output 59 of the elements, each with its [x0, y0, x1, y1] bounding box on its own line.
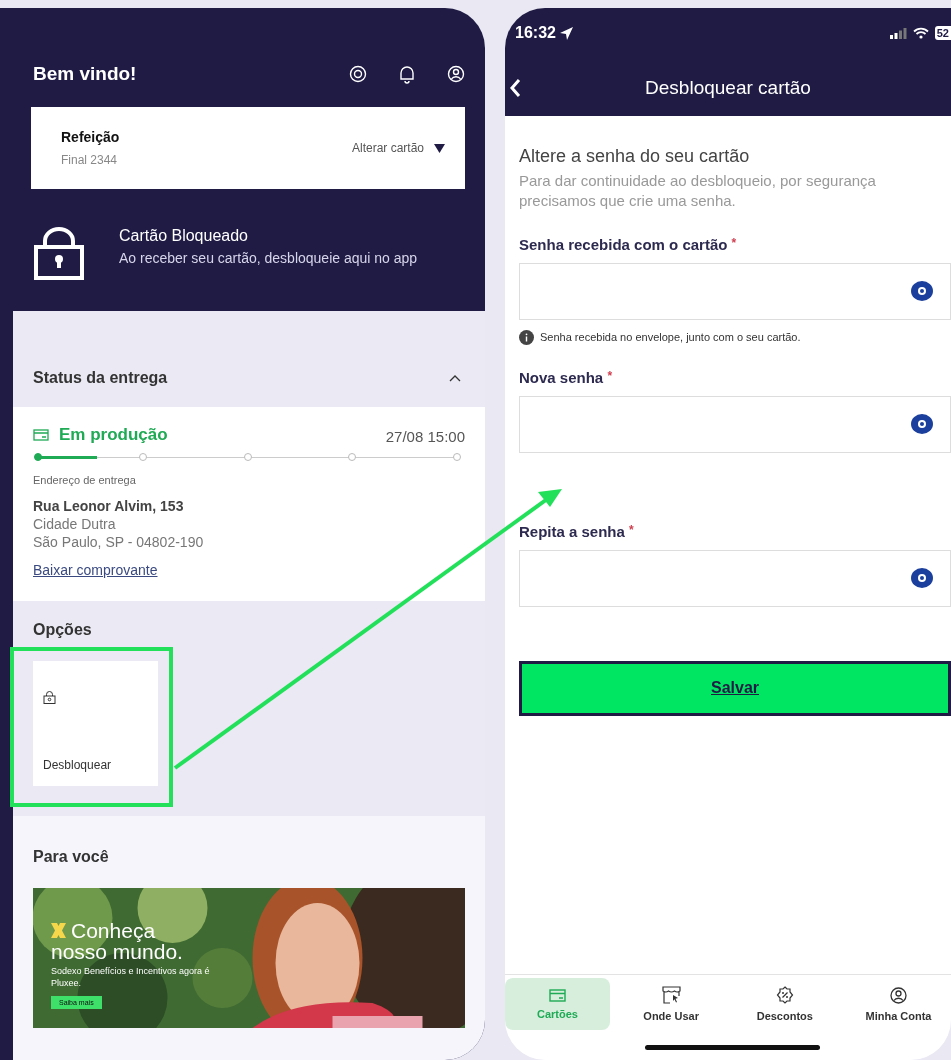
banner-headline: nosso mundo. — [51, 941, 184, 962]
nav-tab[interactable]: Descontos — [732, 978, 838, 1030]
dropdown-icon — [434, 143, 445, 153]
option-tile[interactable]: Desbloquear — [33, 661, 158, 786]
nav-tab[interactable]: Onde Usar — [618, 978, 724, 1030]
option-label: Desbloquear — [43, 758, 112, 772]
screen-title: Desbloquear cartão — [645, 77, 811, 99]
change-card-link[interactable]: Alterar cartão — [351, 141, 424, 155]
field-label: Repita a senha * — [519, 522, 635, 540]
profile-icon[interactable] — [447, 65, 465, 83]
bell-icon[interactable] — [397, 64, 417, 84]
delivery-status: Em produção — [59, 425, 168, 445]
status-date: 27/08 15:00 — [385, 428, 465, 445]
discount-icon — [775, 986, 794, 1004]
address-label: Endereço de entrega — [33, 474, 137, 486]
notice-text: Ao receber seu cartão, desbloqueie aqui no app — [119, 249, 419, 268]
status-time: 16:32 — [515, 24, 556, 42]
eye-icon[interactable] — [910, 280, 934, 302]
battery-level: 52 — [934, 26, 951, 40]
field-label: Nova senha * — [519, 368, 614, 386]
card-number: Final 2344 — [61, 153, 119, 167]
card-icon — [549, 988, 566, 1002]
receipt-link[interactable]: Baixar comprovante — [33, 562, 158, 578]
logo-mark-icon — [51, 923, 66, 938]
eye-icon[interactable] — [910, 567, 934, 589]
banner-text: Sodexo Benefícios e Incentivos agora é Pluxee. — [51, 966, 211, 990]
card-icon — [33, 429, 49, 441]
eye-icon[interactable] — [910, 413, 934, 435]
password-field[interactable] — [519, 549, 951, 607]
password-field[interactable] — [519, 262, 951, 320]
form-intro: Para dar continuidade ao desbloqueio, por segurança precisamos que crie uma senha. — [519, 171, 877, 212]
password-field[interactable] — [519, 395, 951, 453]
greeting-title: Bem vindo! — [33, 63, 137, 85]
chevron-icon[interactable] — [449, 374, 461, 382]
banner-headline: Conheça — [71, 920, 156, 941]
padlock-icon — [43, 691, 56, 704]
save-button[interactable]: Salvar — [519, 660, 951, 716]
padlock-icon — [33, 227, 85, 281]
card-selector[interactable]: Refeição Final 2344 Alterar cartão — [31, 107, 465, 189]
section-title: Para você — [33, 848, 110, 866]
wifi-icon — [912, 27, 929, 39]
signal-icon — [889, 27, 907, 39]
section-title: Status da entrega — [33, 369, 168, 387]
field-label: Senha recebida com o cartão * — [519, 235, 738, 253]
card-name: Refeição — [61, 129, 120, 145]
district-text: Cidade Dutra — [33, 516, 117, 532]
street-text: Rua Leonor Alvim, 153 — [33, 498, 185, 514]
storefront-icon — [661, 986, 681, 1004]
back-icon[interactable] — [509, 78, 521, 98]
eye-icon[interactable] — [349, 65, 367, 83]
field-hint: Senha recebida no envelope, junto com o seu cartão. — [540, 331, 801, 343]
notice-title: Cartão Bloqueado — [119, 227, 249, 245]
location-arrow-icon — [559, 26, 573, 40]
nav-tab[interactable]: Minha Conta — [845, 978, 951, 1030]
city-text: São Paulo, SP - 04802-190 — [33, 534, 205, 550]
profile-icon — [889, 986, 907, 1004]
section-title: Opções — [33, 621, 93, 639]
form-heading: Altere a senha do seu cartão — [519, 146, 751, 167]
info-icon — [519, 329, 534, 345]
